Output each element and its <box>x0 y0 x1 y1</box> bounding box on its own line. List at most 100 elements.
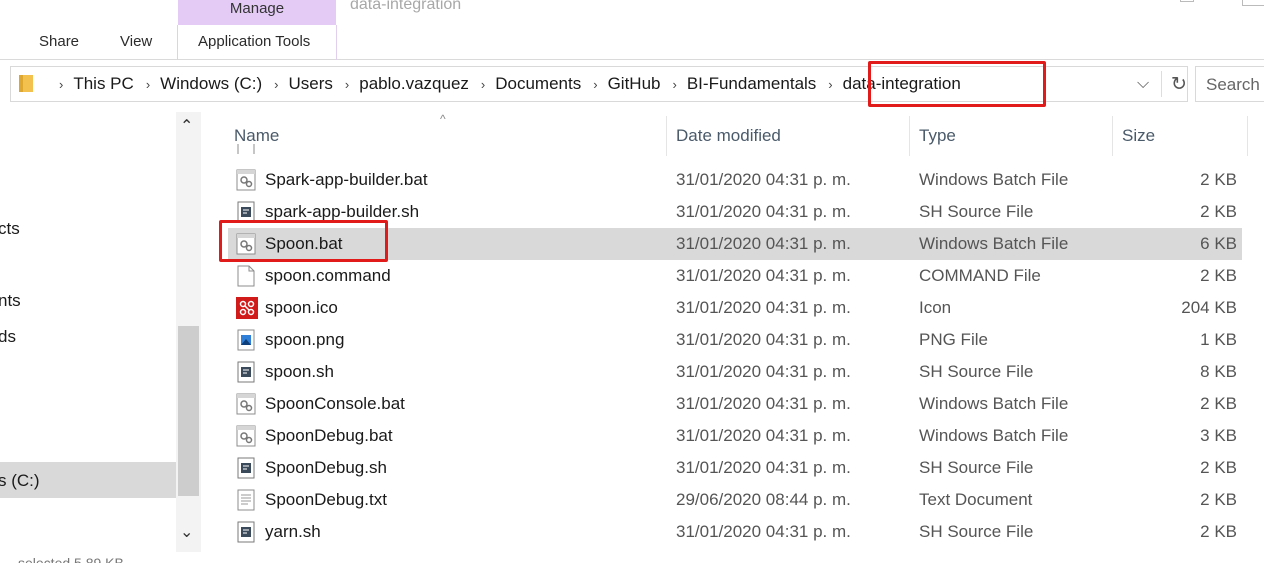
scroll-down-icon[interactable]: ⌄ <box>180 522 193 542</box>
file-name[interactable]: Spark-app-builder.bat <box>265 170 428 190</box>
table-row[interactable]: spoon.command 31/01/2020 04:31 p. m. COMMA… <box>228 260 1242 292</box>
table-row[interactable]: SpoonDebug.txt 29/06/2020 08:44 p. m. Text… <box>228 484 1242 516</box>
column-header-date[interactable]: Date modified <box>676 126 781 146</box>
chevron-right-icon[interactable]: › <box>59 77 63 92</box>
breadcrumb-item[interactable]: Users <box>289 74 333 94</box>
file-name[interactable]: SpoonDebug.txt <box>265 490 387 510</box>
sh-file-icon <box>236 457 256 479</box>
file-size: 2 KB <box>1200 266 1237 285</box>
nav-scrollbar[interactable]: ⌃ ⌄ <box>176 112 201 552</box>
nav-item-projects[interactable]: cts <box>0 219 20 239</box>
sh-file-icon <box>236 361 256 383</box>
breadcrumb-item[interactable]: This PC <box>73 74 133 94</box>
table-row-partial[interactable] <box>228 144 1242 154</box>
file-size: 3 KB <box>1200 426 1237 445</box>
tab-view[interactable]: View <box>120 33 152 50</box>
nav-item-documents[interactable]: nts <box>0 291 21 311</box>
file-size: 2 KB <box>1200 202 1237 221</box>
batch-file-icon <box>236 233 256 255</box>
file-name[interactable]: Spoon.bat <box>265 234 343 254</box>
close-button[interactable] <box>1242 0 1264 6</box>
sort-ascending-icon: ^ <box>440 112 446 126</box>
file-type: COMMAND File <box>919 266 1041 285</box>
table-row[interactable]: spark-app-builder.sh 31/01/2020 04:31 p. … <box>228 196 1242 228</box>
tab-application-tools[interactable]: Application Tools <box>198 33 310 50</box>
file-name[interactable]: spoon.png <box>265 330 344 350</box>
batch-file-icon <box>236 393 256 415</box>
maximize-button[interactable] <box>1180 0 1194 2</box>
column-header-type[interactable]: Type <box>919 126 956 146</box>
file-size: 2 KB <box>1200 490 1237 509</box>
file-size: 2 KB <box>1200 522 1237 541</box>
file-type: Windows Batch File <box>919 426 1069 445</box>
chevron-right-icon[interactable]: › <box>593 77 597 92</box>
folder-icon <box>19 75 33 92</box>
chevron-right-icon[interactable]: › <box>146 77 150 92</box>
breadcrumb-item[interactable]: pablo.vazquez <box>359 74 469 94</box>
file-size: 2 KB <box>1200 394 1237 413</box>
file-name[interactable]: SpoonDebug.bat <box>265 426 393 446</box>
chevron-right-icon[interactable]: › <box>274 77 278 92</box>
file-name[interactable]: SpoonDebug.sh <box>265 458 387 478</box>
breadcrumb-item[interactable]: Windows (C:) <box>160 74 262 94</box>
address-bar[interactable]: › This PC › Windows (C:) › Users › pablo.vazque… <box>10 66 1188 102</box>
batch-file-icon <box>236 425 256 447</box>
file-size: 2 KB <box>1200 170 1237 189</box>
file-name[interactable]: spoon.command <box>265 266 391 286</box>
file-type: SH Source File <box>919 458 1034 477</box>
table-row-selected[interactable]: Spoon.bat 31/01/2020 04:31 p. m. Windows B… <box>228 228 1242 260</box>
address-history-dropdown[interactable]: ⌵ <box>1137 75 1149 93</box>
file-type: Icon <box>919 298 952 317</box>
file-name[interactable]: SpoonConsole.bat <box>265 394 405 414</box>
file-date-modified: 31/01/2020 04:31 p. m. <box>676 330 851 349</box>
nav-item-windows-c[interactable]: s (C:) <box>0 471 40 491</box>
table-row[interactable]: SpoonDebug.bat 31/01/2020 04:31 p. m. Wind… <box>228 420 1242 452</box>
table-row[interactable]: SpoonDebug.sh 31/01/2020 04:31 p. m. SH So… <box>228 452 1242 484</box>
table-row[interactable]: Spark-app-builder.bat 31/01/2020 04:31 p.… <box>228 164 1242 196</box>
sh-file-icon <box>236 521 256 543</box>
status-bar-text: selected 5.89 KB <box>18 555 124 563</box>
file-name[interactable]: spark-app-builder.sh <box>265 202 419 222</box>
manage-tab[interactable]: Manage <box>178 0 336 25</box>
search-box[interactable]: Search <box>1195 66 1264 102</box>
file-date-modified: 31/01/2020 04:31 p. m. <box>676 266 851 285</box>
file-name[interactable]: yarn.sh <box>265 522 321 542</box>
chevron-right-icon[interactable]: › <box>481 77 485 92</box>
refresh-icon[interactable]: ↻ <box>1171 73 1187 96</box>
file-type: SH Source File <box>919 522 1034 541</box>
chevron-right-icon[interactable]: › <box>673 77 677 92</box>
scroll-thumb[interactable] <box>178 326 199 496</box>
window-title: data-integration <box>350 0 462 13</box>
ribbon: Manage data-integration Share View Appli… <box>0 0 1264 60</box>
file-date-modified: 31/01/2020 04:31 p. m. <box>676 426 851 445</box>
file-type: SH Source File <box>919 202 1034 221</box>
breadcrumb-item[interactable]: Documents <box>495 74 581 94</box>
file-name[interactable]: spoon.sh <box>265 362 334 382</box>
spoon-ico-icon <box>236 297 258 319</box>
table-row[interactable]: spoon.sh 31/01/2020 04:31 p. m. SH Source … <box>228 356 1242 388</box>
file-size: 2 KB <box>1200 458 1237 477</box>
table-row[interactable]: spoon.png 31/01/2020 04:31 p. m. PNG File 1… <box>228 324 1242 356</box>
column-header-size[interactable]: Size <box>1122 126 1155 146</box>
file-date-modified: 31/01/2020 04:31 p. m. <box>676 298 851 317</box>
blank-file-icon <box>236 265 256 287</box>
chevron-right-icon[interactable]: › <box>828 77 832 92</box>
breadcrumb-item[interactable]: BI-Fundamentals <box>687 74 816 94</box>
table-row[interactable]: yarn.sh 31/01/2020 04:31 p. m. SH Source F… <box>228 516 1242 548</box>
file-size: 1 KB <box>1200 330 1237 349</box>
column-header-name[interactable]: Name <box>234 126 279 146</box>
tab-share[interactable]: Share <box>39 33 79 50</box>
chevron-right-icon[interactable]: › <box>345 77 349 92</box>
file-type: SH Source File <box>919 362 1034 381</box>
table-row[interactable]: SpoonConsole.bat 31/01/2020 04:31 p. m. Wi… <box>228 388 1242 420</box>
file-name[interactable]: spoon.ico <box>265 298 338 318</box>
breadcrumb-item[interactable]: GitHub <box>608 74 661 94</box>
file-type: Windows Batch File <box>919 170 1069 189</box>
sh-file-icon <box>236 201 256 223</box>
search-input[interactable]: Search <box>1206 75 1260 95</box>
nav-item-downloads[interactable]: ds <box>0 327 16 347</box>
scroll-up-icon[interactable]: ⌃ <box>180 116 193 136</box>
divider <box>1161 71 1162 97</box>
breadcrumb-item[interactable]: data-integration <box>843 74 961 94</box>
table-row[interactable]: spoon.ico 31/01/2020 04:31 p. m. Icon 204 K… <box>228 292 1242 324</box>
